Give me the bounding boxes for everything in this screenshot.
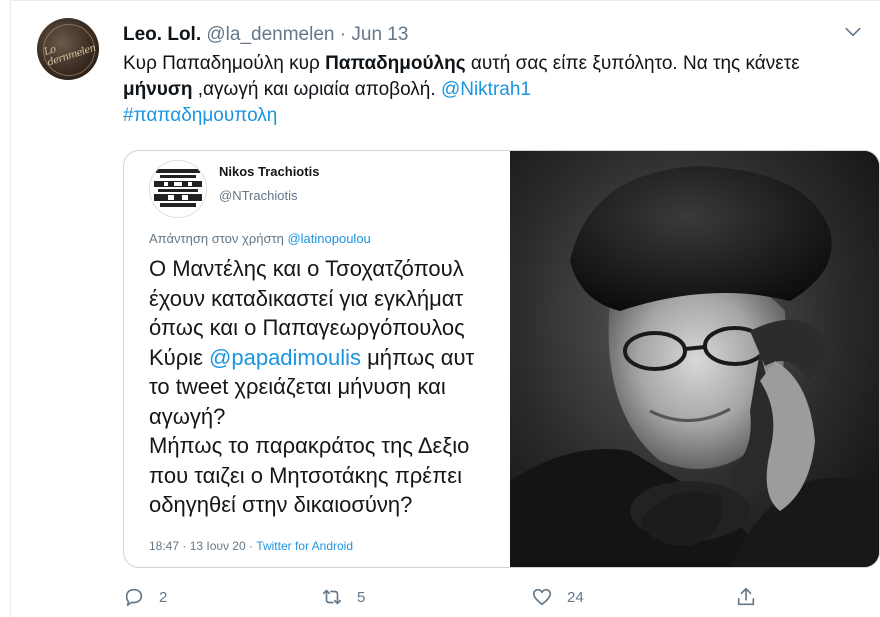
quoted-line: αγωγή? — [149, 403, 226, 429]
quoted-tweet-footer: 18:47 · 13 Ιουν 20 · Twitter for Android — [149, 539, 353, 553]
quoted-author-handle: @NTrachiotis — [219, 188, 298, 203]
quoted-line: Κύριε @papadimoulis μήπως αυτ — [149, 343, 510, 373]
author-name[interactable]: Leo. Lol. — [123, 24, 201, 45]
quoted-tweet-time: 18:47 · 13 Ιουν 20 · — [149, 539, 257, 553]
man-on-telephone-photo[interactable] — [510, 151, 879, 567]
quoted-tweet-content: Nikos Trachiotis @NTrachiotis Απάντηση σ… — [124, 151, 510, 567]
quoted-tweet-source[interactable]: Twitter for Android — [256, 539, 353, 553]
tweet-text-part: αυτή σας είπε ξυπόλητο. Να της κάνετε — [465, 53, 800, 74]
quoted-line: οδηγηθεί στην δικαιοσύνη? — [149, 492, 413, 517]
tweet-text-part: ,αγωγή και ωριαία αποβολή. — [192, 79, 441, 100]
reply-context: Απάντηση στον χρήστη @latinopoulou — [149, 231, 371, 246]
divider — [11, 0, 880, 1]
quoted-line: που ταιζει ο Μητσοτάκης πρέπει — [149, 462, 462, 488]
author-avatar[interactable]: Lo dernmelen — [37, 18, 99, 80]
mention-link[interactable]: @Niktrah1 — [441, 79, 531, 100]
heart-icon — [532, 588, 552, 606]
quoted-line-part: Κύριε — [149, 344, 210, 370]
author-handle[interactable]: @la_denmelen — [206, 24, 334, 45]
reply-handle[interactable]: @latinopoulou — [287, 231, 370, 246]
like-count: 24 — [567, 588, 584, 606]
tweet-header: Leo. Lol. @la_denmelen · Jun 13 — [123, 24, 408, 46]
quoted-author-avatar — [149, 160, 207, 218]
quoted-line: Ο Μαντέλης και ο Τσοχατζόπουλ — [149, 256, 464, 281]
tweet-bold-word: μήνυση — [123, 79, 193, 100]
tweet-text-part: Κυρ Παπαδημούλη κυρ — [123, 53, 326, 74]
tweet-actions: 2 5 24 — [123, 585, 863, 609]
retweet-button[interactable]: 5 — [321, 585, 365, 609]
quoted-line: το tweet χρειάζεται μήνυση και — [149, 374, 446, 399]
tweet-text: Κυρ Παπαδημούλη κυρ Παπαδημούλης αυτή σα… — [123, 51, 863, 129]
quoted-tweet-text: Ο Μαντέλης και ο Τσοχατζόπουλ έχουν κατα… — [149, 254, 510, 520]
quoted-mention-link[interactable]: @papadimoulis — [209, 345, 361, 370]
share-button[interactable] — [735, 585, 757, 609]
reply-button[interactable]: 2 — [123, 585, 167, 609]
reply-prefix: Απάντηση στον χρήστη — [149, 231, 288, 246]
reply-icon — [125, 588, 143, 607]
quoted-line: έχουν καταδικαστεί για εγκλήματ — [149, 285, 464, 311]
like-button[interactable]: 24 — [531, 585, 584, 609]
tweet-date[interactable]: Jun 13 — [351, 24, 408, 45]
reply-count: 2 — [159, 588, 168, 606]
chevron-down-icon[interactable] — [843, 22, 863, 42]
separator: · — [339, 24, 347, 45]
quoted-tweet[interactable]: Nikos Trachiotis @NTrachiotis Απάντηση σ… — [123, 150, 880, 568]
hashtag-link[interactable]: #παπαδημουπολη — [123, 105, 277, 126]
retweet-icon — [322, 589, 342, 605]
quoted-line-part: μήπως αυτ — [361, 344, 475, 370]
retweet-count: 5 — [357, 588, 366, 606]
quoted-line: Μήπως το παρακράτος της Δεξιο — [149, 433, 470, 458]
quoted-line: όπως και ο Παπαγεωργόπουλος — [149, 315, 465, 340]
share-icon — [737, 587, 755, 606]
tweet[interactable]: Lo dernmelen Leo. Lol. @la_denmelen · Ju… — [10, 0, 880, 617]
quoted-author-name: Nikos Trachiotis — [219, 164, 320, 179]
tweet-bold-name: Παπαδημούλης — [325, 53, 466, 74]
